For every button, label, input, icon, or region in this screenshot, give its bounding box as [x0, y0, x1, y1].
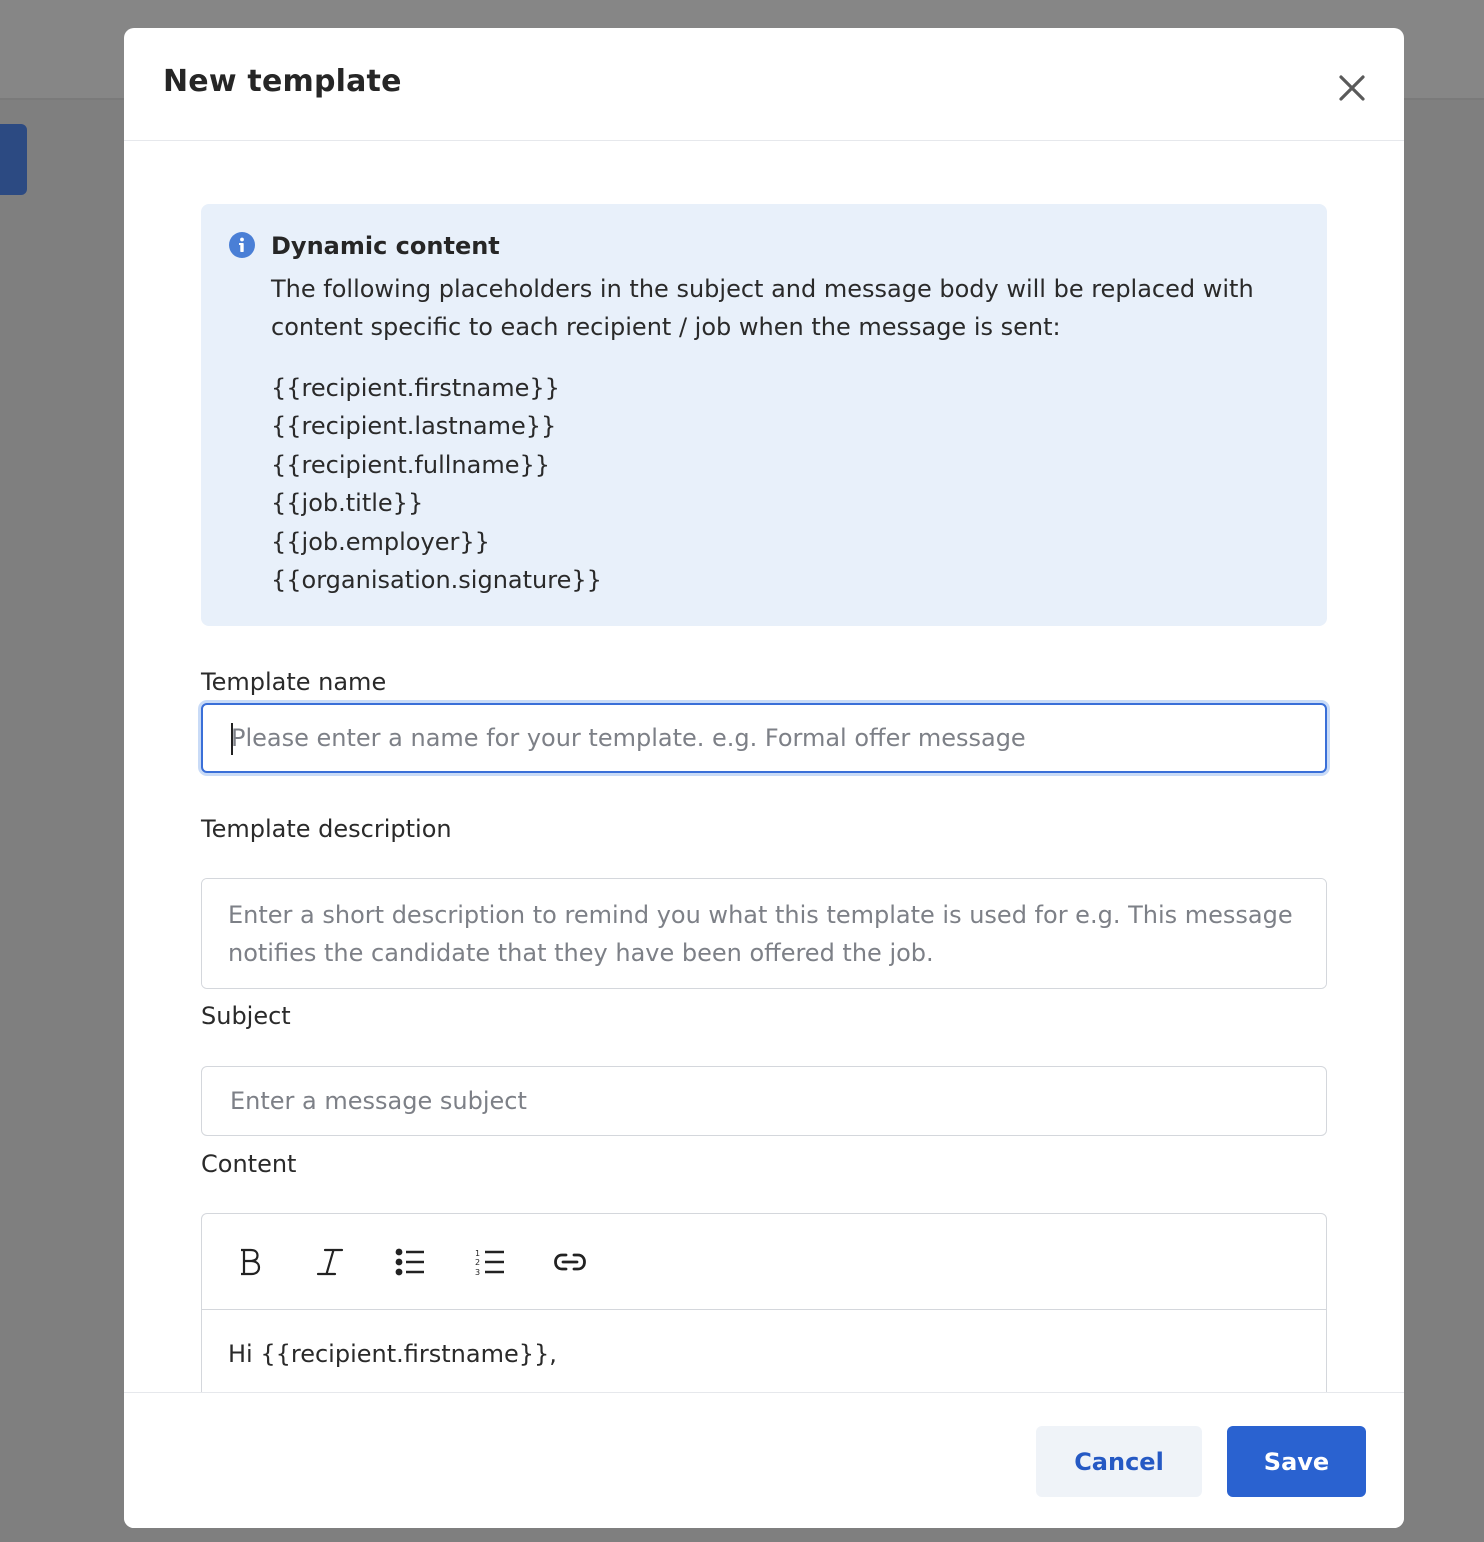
background-app-tab	[0, 124, 27, 195]
info-text: The following placeholders in the subjec…	[271, 275, 1254, 341]
modal-title: New template	[163, 64, 402, 99]
bold-icon	[241, 1248, 261, 1276]
placeholder-item: {{job.title}}	[271, 489, 424, 518]
editor-toolbar: 1 2 3	[202, 1214, 1326, 1310]
content-label: Content	[201, 1150, 297, 1178]
new-template-modal: New template Dynamic content The followi…	[124, 28, 1404, 1528]
italic-button[interactable]	[310, 1242, 350, 1282]
subject-input[interactable]	[201, 1066, 1327, 1136]
placeholder-item: {{organisation.signature}}	[271, 566, 602, 595]
numbered-list-icon: 1 2 3	[475, 1249, 504, 1276]
svg-text:2: 2	[475, 1258, 480, 1267]
template-description-input[interactable]	[201, 878, 1327, 989]
info-title: Dynamic content	[271, 232, 500, 260]
numbered-list-button[interactable]: 1 2 3	[470, 1242, 510, 1282]
bullet-list-icon	[395, 1248, 424, 1276]
template-name-label: Template name	[201, 668, 387, 696]
modal-body[interactable]: Dynamic content The following placeholde…	[124, 141, 1404, 1392]
italic-icon	[316, 1248, 344, 1276]
dynamic-content-info: Dynamic content The following placeholde…	[201, 204, 1327, 626]
subject-label: Subject	[201, 1002, 291, 1030]
info-icon	[229, 232, 255, 258]
placeholder-item: {{recipient.fullname}}	[271, 450, 551, 479]
template-description-label: Template description	[201, 815, 452, 843]
text-caret	[231, 723, 233, 755]
placeholder-list: {{recipient.firstname}} {{recipient.last…	[271, 369, 602, 599]
placeholder-item: {{recipient.firstname}}	[271, 374, 560, 402]
svg-text:1: 1	[475, 1249, 480, 1258]
placeholder-item: {{recipient.lastname}}	[271, 412, 557, 441]
save-button[interactable]: Save	[1227, 1426, 1366, 1497]
link-icon	[554, 1253, 586, 1271]
svg-text:3: 3	[475, 1268, 480, 1276]
placeholder-item: {{job.employer}}	[271, 527, 490, 556]
cancel-button[interactable]: Cancel	[1036, 1426, 1202, 1497]
close-icon	[1339, 75, 1365, 101]
modal-header: New template	[124, 28, 1404, 141]
link-button[interactable]	[550, 1242, 590, 1282]
modal-footer: Cancel Save	[124, 1392, 1404, 1528]
bullet-list-button[interactable]	[390, 1242, 430, 1282]
bold-button[interactable]	[230, 1242, 270, 1282]
close-button[interactable]	[1332, 68, 1372, 108]
template-name-input[interactable]	[201, 703, 1327, 773]
editor-content[interactable]: Hi {{recipient.firstname}},	[228, 1340, 557, 1368]
content-editor[interactable]: 1 2 3 Hi {{recipient.firstname}},	[201, 1213, 1327, 1392]
